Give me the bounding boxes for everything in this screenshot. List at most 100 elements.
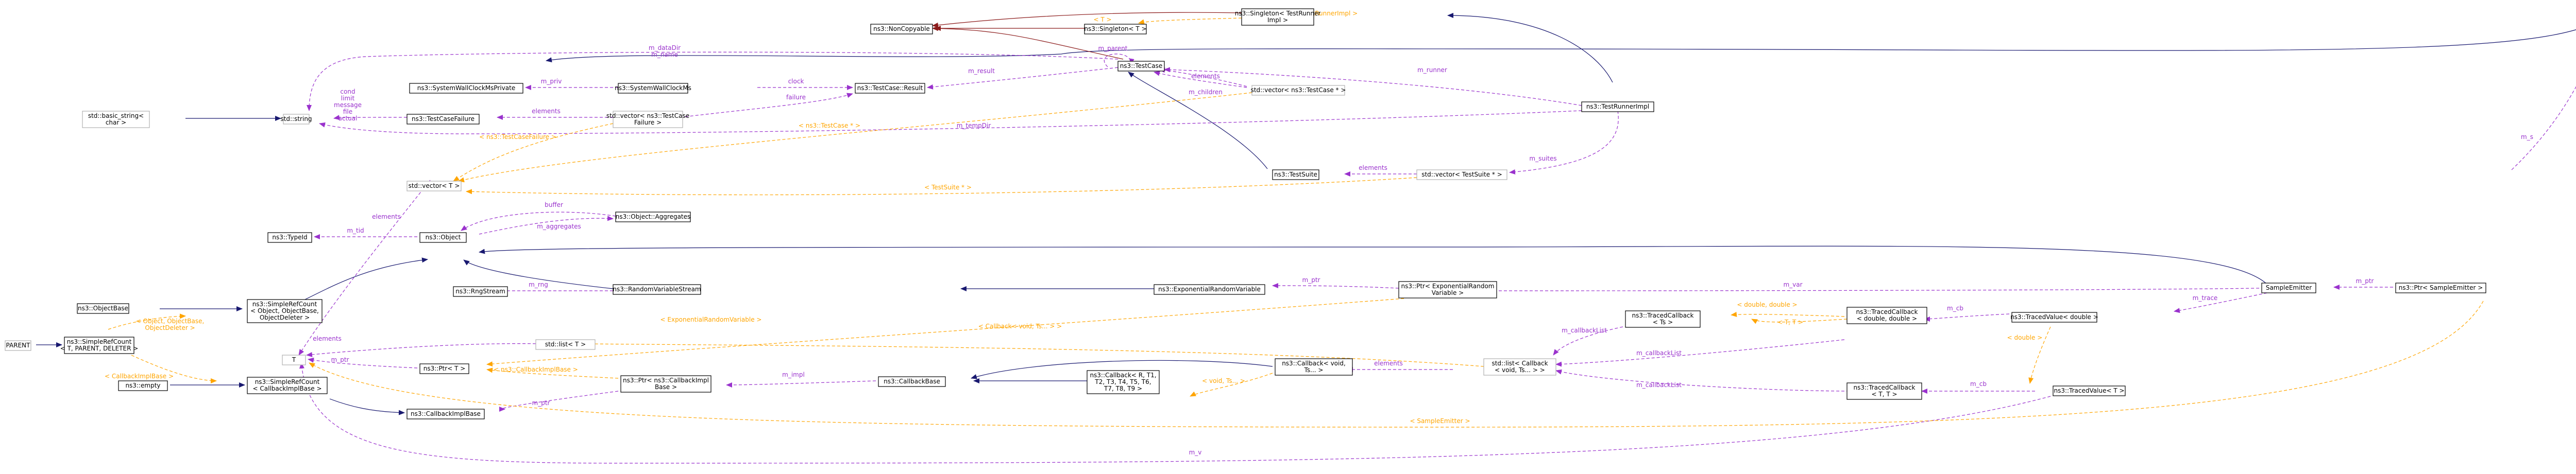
node-empty[interactable]: ns3::empty	[118, 380, 168, 391]
node-label: Impl >	[1267, 16, 1288, 24]
edge-label-text: file	[343, 108, 352, 115]
node-label: ns3::RngStream	[455, 288, 505, 295]
edge-failure-result	[680, 93, 853, 118]
node-label: ns3::empty	[125, 382, 160, 389]
node-simplerefcount-callback[interactable]: ns3::SimpleRefCount< CallbackImplBase >	[247, 377, 328, 394]
edge-label-elements-suite: elements	[1359, 164, 1387, 171]
edge-label-cb-double: m_cb	[1947, 305, 1963, 312]
edge-callbacklist-2	[1555, 339, 1845, 367]
edge-probe-testcase	[546, 29, 2576, 63]
node-callbackimplbase[interactable]: ns3::CallbackImplBase	[406, 409, 485, 419]
node-vector-t[interactable]: std::vector< T >	[406, 181, 462, 191]
node-label: ns3::TypeId	[272, 234, 307, 241]
node-rngstream[interactable]: ns3::RngStream	[453, 286, 508, 297]
node-tracedcallback-double[interactable]: ns3::TracedCallback< double, double >	[1846, 307, 1927, 324]
node-testcase[interactable]: ns3::TestCase	[1117, 61, 1165, 72]
node-label: ns3::TracedCallback	[1856, 308, 1918, 315]
node-ptr-t[interactable]: ns3::Ptr< T >	[419, 363, 469, 374]
node-label: std::string	[280, 115, 312, 122]
node-singleton-runner[interactable]: ns3::Singleton< TestRunnerImpl >	[1235, 8, 1321, 26]
node-object-aggregates[interactable]: ns3::Object::Aggregates	[615, 212, 691, 222]
node-callback-generic[interactable]: ns3::Callback< R, T1,T2, T3, T4, T5, T6,…	[1087, 370, 1160, 394]
node-basic-string[interactable]: std::basic_string<char >	[82, 111, 150, 128]
node-objectbase[interactable]: ns3::ObjectBase	[77, 303, 129, 314]
edge-cb-double	[1924, 313, 2010, 322]
edge-label-text: m_callbackList	[1636, 381, 1682, 389]
edge-label-callbackimpl-tpl: < CallbackImplBase >	[105, 373, 174, 380]
node-label: std::list< Callback	[1492, 360, 1548, 367]
node-tracedcallback-tt[interactable]: ns3::TracedCallback< T, T >	[1846, 382, 1922, 400]
node-label: ObjectDeleter >	[260, 314, 310, 321]
edge-label-testcase-ptr: < ns3::TestCase * >	[799, 122, 860, 129]
node-ptr-callbackimpl[interactable]: ns3::Ptr< ns3::CallbackImplBase >	[620, 375, 711, 393]
node-label: < Ts >	[1653, 319, 1673, 326]
node-object[interactable]: ns3::Object	[419, 232, 467, 243]
node-label: ns3::CallbackBase	[884, 378, 940, 385]
edge-label-callbacklist2: m_callbackList	[1636, 349, 1682, 357]
node-callbackbase[interactable]: ns3::CallbackBase	[878, 376, 946, 387]
edge-label-text: < ExponentialRandomVariable >	[660, 316, 762, 323]
node-testcasefailure[interactable]: ns3::TestCaseFailure	[406, 114, 480, 125]
node-tracedvalue-t[interactable]: ns3::TracedValue< T >	[2053, 385, 2126, 396]
node-list-t[interactable]: std::list< T >	[535, 339, 596, 350]
edge-label-runner: m_runner	[1417, 66, 1447, 74]
node-exponentialrv[interactable]: ns3::ExponentialRandomVariable	[1154, 284, 1265, 295]
node-label: std::basic_string<	[88, 112, 144, 119]
node-typeid[interactable]: ns3::TypeId	[267, 232, 312, 243]
edge-label-text: cond	[340, 88, 355, 95]
edges-layer	[36, 12, 2576, 464]
edge-label-text: m_callbackList	[1636, 349, 1682, 357]
node-vector-testcase[interactable]: std::vector< ns3::TestCase * >	[1251, 85, 1346, 96]
edge-label-elements-cb: elements	[1374, 360, 1403, 367]
node-simplerefcount-object[interactable]: ns3::SimpleRefCount< Object, ObjectBase,…	[247, 299, 323, 323]
node-systemwallclock[interactable]: ns3::SystemWallClockMs	[615, 83, 691, 94]
node-noncopyable[interactable]: ns3::NonCopyable	[870, 24, 933, 34]
edge-label-text: < Callback< void, Ts... > >	[978, 323, 1062, 330]
node-singleton-t[interactable]: ns3::Singleton< T >	[1084, 24, 1147, 34]
edge-label-callbackimplbase-tpl: < ns3::CallbackImplBase >	[494, 366, 578, 373]
edge-result-testcase	[927, 66, 1124, 90]
node-parent[interactable]: PARENT	[5, 340, 31, 351]
node-systemwallclock-private[interactable]: ns3::SystemWallClockMsPrivate	[409, 83, 523, 94]
node-t[interactable]: T	[282, 355, 306, 365]
edge-label-text: m_var	[1783, 281, 1802, 288]
edge-var	[1439, 288, 2260, 293]
node-label: Ts... >	[1304, 366, 1324, 374]
collaboration-diagram: m_s< TestRunnerImpl >< T >m_parentm_data…	[5, 8, 2576, 464]
node-label: ns3::SimpleRefCount	[67, 338, 132, 345]
node-label: ns3::TracedValue< T >	[2054, 387, 2124, 394]
node-tracedcallback-ts[interactable]: ns3::TracedCallback< Ts >	[1625, 310, 1701, 328]
node-label: ns3::Ptr< SampleEmitter >	[2399, 284, 2483, 291]
node-testsuite[interactable]: ns3::TestSuite	[1272, 169, 1319, 180]
node-testrunnerimpl[interactable]: ns3::TestRunnerImpl	[1581, 101, 1654, 112]
node-vector-testsuite[interactable]: std::vector< TestSuite * >	[1416, 169, 1507, 180]
node-ptr-sampleemitter[interactable]: ns3::Ptr< SampleEmitter >	[2395, 283, 2486, 293]
edge-label-callbacklist1: m_callbackList	[1562, 327, 1607, 334]
edge-label-sampleemitter-tpl: < SampleEmitter >	[1410, 417, 1470, 425]
node-randomvariablestream[interactable]: ns3::RandomVariableStream	[613, 284, 701, 295]
node-string[interactable]: std::string	[280, 114, 312, 125]
node-label: ns3::Object	[426, 234, 461, 241]
edge-label-text: failure	[786, 94, 806, 101]
edge-label-text: < ns3::TestCaseFailure >	[479, 133, 556, 141]
edge-label-double-double: < double, double >	[1737, 301, 1797, 308]
node-simplerefcount-t[interactable]: ns3::SimpleRefCount< T, PARENT, DELETER …	[60, 337, 139, 354]
node-label: < double, double >	[1857, 315, 1917, 322]
node-tracedvalue-double[interactable]: ns3::TracedValue< double >	[2010, 312, 2098, 323]
edge-tpl-voidts	[1190, 373, 1273, 397]
node-list-callback[interactable]: std::list< Callback< void, Ts... > >	[1483, 358, 1556, 376]
node-vector-failure[interactable]: std::vector< ns3::TestCaseFailure >	[606, 111, 689, 128]
node-ptr-exponential[interactable]: ns3::Ptr< ExponentialRandomVariable >	[1398, 281, 1497, 299]
edge-label-text: m_dataDir	[649, 44, 681, 51]
node-testcase-result[interactable]: ns3::TestCase::Result	[855, 83, 925, 94]
edge-label-text: message	[334, 101, 362, 109]
edge-label-text: m_ptr	[532, 399, 550, 407]
node-callback-void[interactable]: ns3::Callback< void,Ts... >	[1275, 358, 1353, 376]
edge-label-datadir: m_dataDirm_name	[649, 44, 681, 58]
edge-label-text: m_children	[1189, 89, 1223, 96]
edge-label-ptr-t-lbl: m_ptr	[331, 356, 349, 363]
edge-tpl-double-double	[1731, 311, 1845, 317]
node-sampleemitter[interactable]: SampleEmitter	[2261, 283, 2316, 293]
node-label: ns3::TestSuite	[1274, 171, 1317, 178]
node-label: ns3::TestCase	[1120, 62, 1163, 69]
